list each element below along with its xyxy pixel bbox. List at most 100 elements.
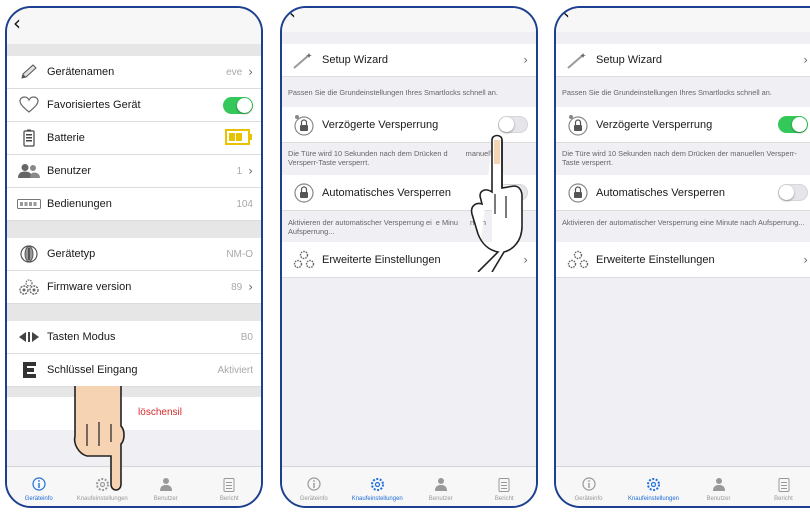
row-setup-wizard[interactable]: Setup Wizard › — [556, 44, 810, 77]
tab-report[interactable]: Bericht — [198, 467, 262, 506]
tab-label: Benutzer — [153, 496, 178, 502]
description-part: Aufsperrung... — [288, 227, 335, 236]
row-label: Firmware version — [47, 281, 132, 293]
description-part: e Minu — [435, 218, 458, 227]
row-label: Gerätetyp — [47, 248, 96, 260]
row-key-input: Schlüssel Eingang Aktiviert — [7, 354, 261, 387]
row-value: NM-O — [226, 248, 253, 260]
row-setup-wizard[interactable]: Setup Wizard › — [282, 44, 536, 77]
gear-icon — [370, 475, 385, 493]
info-icon — [32, 475, 46, 493]
tab-label: Bericht — [219, 496, 239, 502]
tab-device-info[interactable]: Geräteinfo — [556, 467, 621, 506]
row-label: Setup Wizard — [322, 54, 389, 66]
gear-icon — [646, 475, 661, 493]
chevron-left-icon[interactable]: ‹ — [13, 9, 21, 37]
tab-label: Geräteinfo — [299, 496, 328, 502]
row-battery: Batterie — [7, 122, 261, 155]
tab-report[interactable]: Bericht — [473, 467, 537, 506]
delayed-lock-description: Die Türe wird 10 Sekunden nach dem Drück… — [562, 149, 797, 167]
auto-lock-toggle[interactable] — [778, 184, 808, 201]
row-label: Setup Wizard — [596, 54, 663, 66]
auto-lock-description: Aktivieren der automatischer Versperrung… — [562, 218, 805, 227]
setup-wizard-description: Passen Sie die Grundeinstellungen Ihres … — [288, 88, 498, 97]
section-separator — [7, 304, 261, 321]
section-separator — [7, 44, 261, 56]
lock-cylinder-icon — [17, 245, 41, 263]
row-delayed-lock: Verzögerte Versperrung — [556, 107, 810, 143]
row-value: Aktiviert — [217, 364, 253, 376]
nav-bar — [556, 8, 810, 32]
tab-users[interactable]: Benutzer — [409, 467, 473, 506]
row-auto-lock: Automatisches Versperren — [556, 175, 810, 211]
user-icon — [434, 475, 448, 493]
row-firmware-version[interactable]: Firmware version 89 › — [7, 271, 261, 304]
chevron-right-icon: › — [803, 252, 808, 267]
row-value: 1 — [236, 165, 243, 177]
row-button-mode: Tasten Modus B0 — [7, 321, 261, 354]
phone-screen-device-info: ‹ Gerätenamen eve › Favorisiertes Gerät … — [5, 6, 263, 508]
tab-report[interactable]: Bericht — [751, 467, 810, 506]
row-value: 104 — [236, 198, 253, 210]
info-icon — [581, 475, 596, 493]
tab-label: Benutzer — [706, 496, 731, 502]
tab-knob-settings[interactable]: Knaufeinstellungen — [621, 467, 686, 506]
row-label: Bedienungen — [47, 198, 112, 210]
tab-label: Bericht — [494, 496, 514, 502]
tab-label: Geräteinfo — [24, 496, 53, 502]
pencil-icon — [17, 63, 41, 81]
chevron-left-icon[interactable]: ‹ — [562, 8, 570, 26]
chevron-right-icon: › — [248, 164, 253, 178]
lock-auto-icon — [292, 182, 316, 203]
row-value: 89 — [231, 281, 243, 293]
row-label: Schlüssel Eingang — [47, 364, 138, 376]
tab-users[interactable]: Benutzer — [134, 467, 198, 506]
tab-label: Geräteinfo — [574, 496, 603, 502]
row-users[interactable]: Benutzer 1 › — [7, 155, 261, 188]
row-label: Benutzer — [47, 165, 92, 177]
setup-wizard-description: Passen Sie die Grundeinstellungen Ihres … — [562, 88, 772, 97]
report-icon — [223, 475, 235, 493]
heart-icon — [17, 96, 41, 114]
lock-timer-icon — [292, 114, 316, 136]
tab-label: Bericht — [774, 496, 793, 502]
row-label: Verzögerte Versperrung — [322, 118, 439, 131]
wand-icon — [292, 51, 316, 69]
tab-bar: Geräteinfo Knaufeinstellungen Benutzer B… — [556, 466, 810, 506]
tab-label: Knaufeinstellungen — [627, 496, 680, 502]
user-icon — [159, 475, 173, 493]
section-separator — [7, 221, 261, 238]
tab-knob-settings[interactable]: Knaufeinstellungen — [346, 467, 410, 506]
advanced-gears-icon — [292, 250, 316, 269]
phone-screen-knob-settings-before: ‹ Setup Wizard › Passen Sie die Grundein… — [280, 6, 538, 508]
row-operations: Bedienungen 104 — [7, 188, 261, 221]
favorite-toggle[interactable] — [223, 96, 253, 114]
phone-screen-knob-settings-after: ‹ Setup Wizard › Passen Sie die Grundein… — [554, 6, 810, 508]
gears-icon — [17, 278, 41, 296]
row-label: Tasten Modus — [47, 331, 116, 343]
battery-icon — [17, 129, 41, 147]
tab-label: Benutzer — [428, 496, 453, 502]
row-label: Favorisiertes Gerät — [47, 99, 141, 111]
row-label: Gerätenamen — [47, 66, 115, 78]
row-advanced-settings[interactable]: Erweiterte Einstellungen › — [556, 242, 810, 278]
row-label: Erweiterte Einstellungen — [596, 253, 715, 266]
row-device-name[interactable]: Gerätenamen eve › — [7, 56, 261, 89]
delayed-lock-toggle[interactable] — [778, 116, 808, 133]
description-part: Aktivieren der automatischer Versperrung… — [288, 218, 432, 227]
user-icon — [712, 475, 726, 493]
info-icon — [307, 475, 321, 493]
row-label: Verzögerte Versperrung — [596, 118, 713, 131]
tab-users[interactable]: Benutzer — [686, 467, 751, 506]
wand-icon — [566, 51, 590, 69]
chevron-left-icon[interactable]: ‹ — [288, 8, 296, 26]
keypad-icon — [17, 195, 41, 213]
lock-auto-icon — [566, 182, 590, 203]
row-label: Automatisches Versperren — [596, 186, 726, 199]
delayed-lock-toggle[interactable] — [498, 116, 528, 133]
tab-device-info[interactable]: Geräteinfo — [7, 467, 71, 506]
chevron-right-icon: › — [523, 53, 528, 67]
tab-device-info[interactable]: Geräteinfo — [282, 467, 346, 506]
chevron-right-icon: › — [248, 65, 253, 79]
users-icon — [17, 162, 41, 180]
